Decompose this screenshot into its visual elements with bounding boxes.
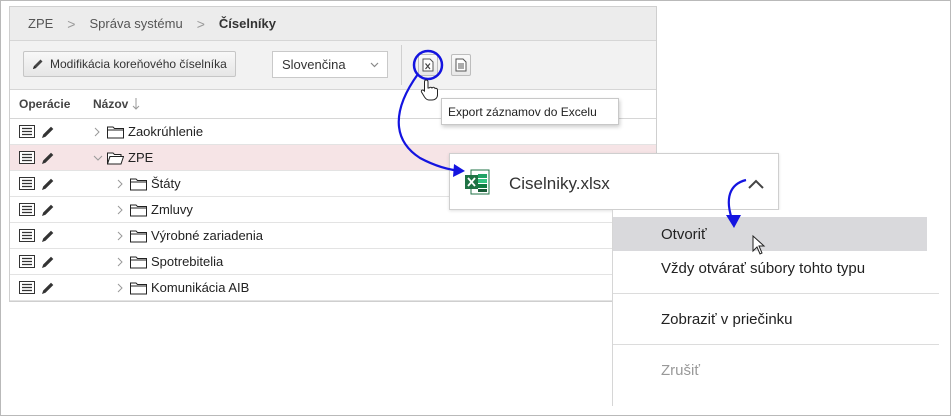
breadcrumb-separator: > xyxy=(196,15,205,32)
folder-icon xyxy=(130,178,147,191)
table-row[interactable]: Spotrebitelia xyxy=(10,249,656,275)
breadcrumb-item-codelists: Číselníky xyxy=(218,16,276,31)
download-filename: Ciselniky.xlsx xyxy=(509,174,610,193)
chevron-down-icon xyxy=(370,60,379,69)
list-icon[interactable] xyxy=(19,255,35,268)
row-operations xyxy=(10,229,84,243)
export-tooltip: Export záznamov do Excelu xyxy=(441,98,619,125)
list-icon[interactable] xyxy=(19,125,35,138)
menu-divider xyxy=(613,293,939,294)
excel-file-icon xyxy=(464,168,490,196)
pencil-icon[interactable] xyxy=(41,229,55,243)
row-label[interactable]: Výrobné zariadenia xyxy=(151,228,263,243)
row-label[interactable]: Štáty xyxy=(151,176,181,191)
chevron-right-icon[interactable] xyxy=(116,257,124,267)
chevron-down-icon[interactable] xyxy=(93,153,103,163)
list-icon[interactable] xyxy=(19,177,35,190)
folder-icon xyxy=(107,126,124,139)
folder-icon xyxy=(130,204,147,217)
table-row[interactable]: Komunikácia AIB xyxy=(10,275,656,301)
toolbar: Modifikácia koreňového číselníka Slovenč… xyxy=(10,41,656,90)
column-header-operations: Operácie xyxy=(19,97,71,111)
breadcrumb-separator: > xyxy=(67,15,76,32)
chevron-right-icon[interactable] xyxy=(116,179,124,189)
row-label[interactable]: Zaokrúhlenie xyxy=(128,124,203,139)
language-select-value: Slovenčina xyxy=(282,57,346,72)
menu-item-show-in-folder[interactable]: Zobraziť v priečinku xyxy=(613,302,927,336)
pencil-icon[interactable] xyxy=(41,151,55,165)
list-icon[interactable] xyxy=(19,203,35,216)
list-icon[interactable] xyxy=(19,281,35,294)
row-label[interactable]: Komunikácia AIB xyxy=(151,280,249,295)
modify-root-codelist-label: Modifikácia koreňového číselníka xyxy=(50,57,227,71)
download-item[interactable]: Ciselniky.xlsx xyxy=(449,153,779,210)
row-label[interactable]: Zmluvy xyxy=(151,202,193,217)
row-label[interactable]: ZPE xyxy=(128,150,153,165)
row-operations xyxy=(10,203,84,217)
pencil-icon[interactable] xyxy=(41,281,55,295)
chevron-right-icon[interactable] xyxy=(93,127,101,137)
modify-root-codelist-button[interactable]: Modifikácia koreňového číselníka xyxy=(23,51,236,77)
sort-down-arrow-icon xyxy=(132,98,140,110)
pencil-icon[interactable] xyxy=(41,203,55,217)
menu-item-open[interactable]: Otvoriť xyxy=(613,217,927,251)
toolbar-divider xyxy=(401,45,402,85)
list-icon[interactable] xyxy=(19,229,35,242)
breadcrumb-item-zpe[interactable]: ZPE xyxy=(28,16,53,31)
tree-table-body: Zaokrúhlenie ZPE Štáty Zmluvy Výrobné zariad… xyxy=(10,119,656,301)
report-icon xyxy=(455,58,467,72)
column-header-name[interactable]: Názov xyxy=(84,97,140,111)
row-operations xyxy=(10,151,84,165)
row-operations xyxy=(10,255,84,269)
row-operations xyxy=(10,281,84,295)
export-to-excel-button[interactable] xyxy=(418,54,438,76)
folder-icon xyxy=(130,282,147,295)
chevron-right-icon[interactable] xyxy=(116,283,124,293)
report-button[interactable] xyxy=(451,54,471,76)
folder-open-icon xyxy=(107,152,124,165)
folder-icon xyxy=(130,230,147,243)
table-row[interactable]: Výrobné zariadenia xyxy=(10,223,656,249)
chevron-right-icon[interactable] xyxy=(116,205,124,215)
menu-item-always-open[interactable]: Vždy otvárať súbory tohto typu xyxy=(613,251,927,285)
menu-item-cancel: Zrušiť xyxy=(661,361,700,379)
column-header-name-label: Názov xyxy=(93,97,129,111)
folder-icon xyxy=(130,256,147,269)
breadcrumb-item-system-admin[interactable]: Správa systému xyxy=(89,16,182,31)
row-operations xyxy=(10,125,84,139)
excel-export-icon xyxy=(422,58,434,72)
pencil-icon xyxy=(32,58,44,70)
export-tooltip-text: Export záznamov do Excelu xyxy=(448,104,597,119)
pencil-icon[interactable] xyxy=(41,125,55,139)
menu-divider xyxy=(613,344,939,345)
download-context-menu: Otvoriť Vždy otvárať súbory tohto typu Z… xyxy=(612,210,939,406)
row-operations xyxy=(10,177,84,191)
row-label[interactable]: Spotrebitelia xyxy=(151,254,223,269)
chevron-right-icon[interactable] xyxy=(116,231,124,241)
pencil-icon[interactable] xyxy=(41,177,55,191)
chevron-up-icon[interactable] xyxy=(747,178,765,190)
list-icon[interactable] xyxy=(19,151,35,164)
breadcrumb: ZPE > Správa systému > Číselníky xyxy=(10,7,656,41)
pencil-icon[interactable] xyxy=(41,255,55,269)
language-select[interactable]: Slovenčina xyxy=(272,51,388,78)
